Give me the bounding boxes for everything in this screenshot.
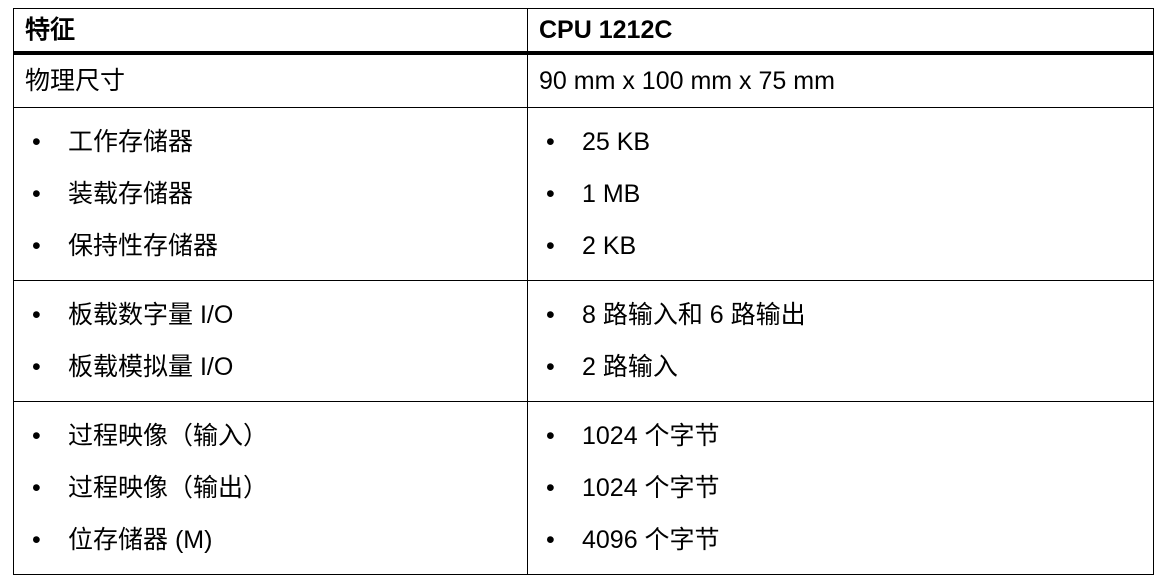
bullet-icon: • (546, 526, 555, 554)
bullet-icon: • (546, 232, 555, 260)
spec-table: 特征 CPU 1212C 物理尺寸 90 mm x 100 mm x 75 mm… (13, 8, 1154, 575)
value-cell-memory: • 25 KB • 1 MB • 2 KB (527, 107, 1154, 281)
bullet-icon: • (546, 353, 555, 381)
bullet-icon: • (32, 180, 41, 208)
table-row-io: • 板载数字量 I/O • 板载模拟量 I/O • 8 路输入和 6 路输出 • 2 路… (13, 280, 1154, 402)
value-dimensions: 90 mm x 100 mm x 75 mm (527, 53, 1154, 108)
feature-work-memory: 工作存储器 (68, 128, 194, 156)
table-header-row: 特征 CPU 1212C (13, 8, 1154, 55)
feature-process-image-input: 过程映像（输入） (68, 422, 269, 450)
bullet-icon: • (32, 422, 41, 450)
list-item: • 4096 个字节 (528, 514, 1153, 566)
value-digital-io: 8 路输入和 6 路输出 (582, 301, 806, 329)
list-item: • 1024 个字节 (528, 410, 1153, 462)
value-retentive-memory: 2 KB (582, 232, 637, 260)
bullet-icon: • (32, 526, 41, 554)
list-item: • 工作存储器 (14, 116, 527, 168)
bullet-icon: • (546, 422, 555, 450)
list-item: • 板载模拟量 I/O (14, 341, 527, 393)
feature-load-memory: 装载存储器 (68, 180, 194, 208)
bullet-icon: • (32, 128, 41, 156)
list-item: • 2 KB (528, 220, 1153, 272)
bullet-icon: • (546, 474, 555, 502)
table-row-dimensions: 物理尺寸 90 mm x 100 mm x 75 mm (13, 53, 1154, 108)
list-item: • 25 KB (528, 116, 1153, 168)
list-item: • 位存储器 (M) (14, 514, 527, 566)
feature-cell-memory: • 工作存储器 • 装载存储器 • 保持性存储器 (13, 107, 528, 281)
value-bit-memory: 4096 个字节 (582, 526, 720, 554)
bullet-icon: • (32, 353, 41, 381)
bullet-icon: • (546, 180, 555, 208)
list-item: • 8 路输入和 6 路输出 (528, 289, 1153, 341)
value-analog-io: 2 路输入 (582, 353, 678, 381)
list-item: • 2 路输入 (528, 341, 1153, 393)
list-item: • 保持性存储器 (14, 220, 527, 272)
bullet-icon: • (546, 128, 555, 156)
table-row-memory: • 工作存储器 • 装载存储器 • 保持性存储器 • 25 KB • 1 MB • 2 KB (13, 107, 1154, 281)
bullet-icon: • (32, 301, 41, 329)
value-process-image-input: 1024 个字节 (582, 422, 720, 450)
bullet-icon: • (32, 474, 41, 502)
feature-dimensions: 物理尺寸 (13, 53, 528, 108)
list-item: • 板载数字量 I/O (14, 289, 527, 341)
header-model: CPU 1212C (527, 8, 1154, 55)
list-item: • 1024 个字节 (528, 462, 1153, 514)
feature-process-image-output: 过程映像（输出） (68, 474, 269, 502)
feature-bit-memory: 位存储器 (M) (68, 526, 213, 554)
list-item: • 过程映像（输入） (14, 410, 527, 462)
value-cell-io: • 8 路输入和 6 路输出 • 2 路输入 (527, 280, 1154, 402)
feature-digital-io: 板载数字量 I/O (68, 301, 234, 329)
list-item: • 过程映像（输出） (14, 462, 527, 514)
bullet-icon: • (32, 232, 41, 260)
value-work-memory: 25 KB (582, 128, 651, 156)
value-load-memory: 1 MB (582, 180, 641, 208)
feature-retentive-memory: 保持性存储器 (68, 232, 219, 260)
list-item: • 装载存储器 (14, 168, 527, 220)
value-process-image-output: 1024 个字节 (582, 474, 720, 502)
bullet-icon: • (546, 301, 555, 329)
feature-cell-io: • 板载数字量 I/O • 板载模拟量 I/O (13, 280, 528, 402)
header-feature: 特征 (13, 8, 528, 55)
feature-analog-io: 板载模拟量 I/O (68, 353, 234, 381)
list-item: • 1 MB (528, 168, 1153, 220)
